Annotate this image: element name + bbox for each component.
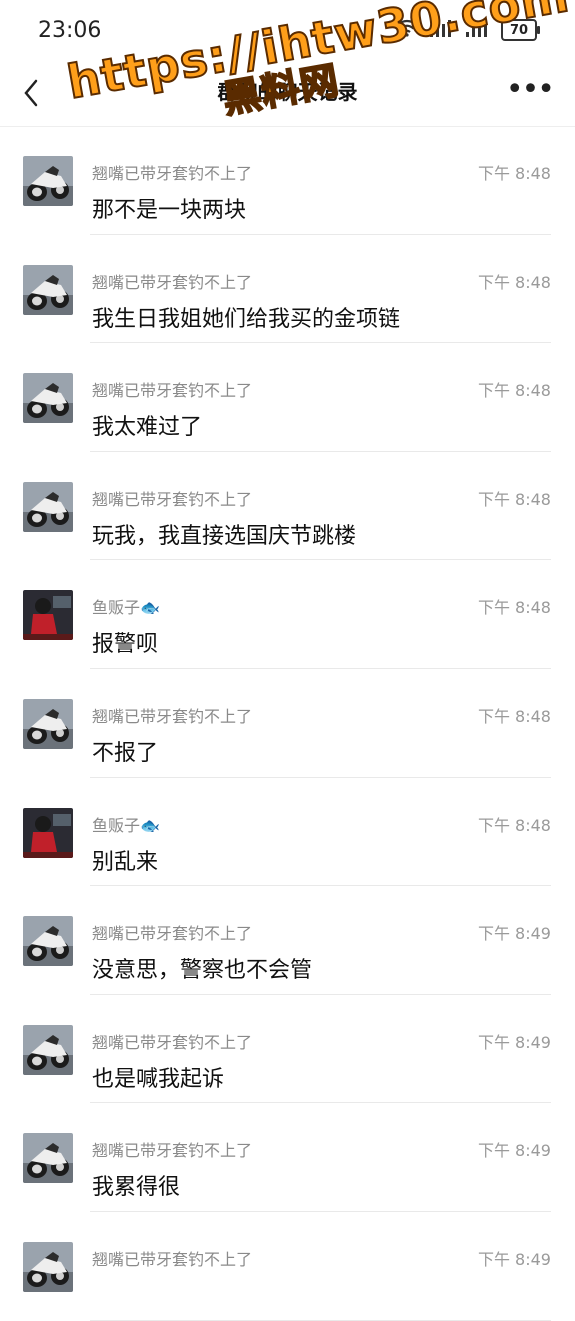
avatar[interactable] bbox=[23, 481, 73, 532]
message-time: 下午 8:48 bbox=[477, 815, 551, 835]
message-text: 我生日我姐她们给我买的金项链 bbox=[92, 306, 401, 332]
message-sender: 翘嘴已带牙套钓不上了 bbox=[92, 1249, 253, 1269]
avatar[interactable] bbox=[23, 373, 73, 424]
message-text: 别乱来 bbox=[92, 849, 159, 875]
message-time: 下午 8:48 bbox=[477, 164, 551, 183]
message-time: 下午 8:49 bbox=[477, 1141, 551, 1161]
avatar[interactable] bbox=[23, 916, 73, 967]
message-item[interactable]: 翘嘴已带牙套钓不上了 下午 8:49 我累得很 bbox=[0, 1103, 575, 1212]
message-sender: 翘嘴已带牙套钓不上了 bbox=[92, 924, 253, 944]
message-time: 下午 8:48 bbox=[477, 489, 551, 509]
message-time: 下午 8:49 bbox=[477, 924, 551, 944]
message-text: 那不是一块两块 bbox=[92, 198, 247, 223]
message-item[interactable]: 翘嘴已带牙套钓不上了 下午 8:48 我太难过了 bbox=[0, 343, 575, 452]
back-arrow-icon[interactable] bbox=[22, 73, 50, 113]
message-sender: 翘嘴已带牙套钓不上了 bbox=[92, 706, 253, 726]
message-sender: 翘嘴已带牙套钓不上了 bbox=[92, 1141, 253, 1161]
divider bbox=[90, 1319, 551, 1321]
message-item[interactable]: 翘嘴已带牙套钓不上了 下午 8:49 bbox=[0, 1212, 575, 1321]
message-text: 不报了 bbox=[92, 740, 159, 766]
message-sender: 翘嘴已带牙套钓不上了 bbox=[92, 381, 253, 401]
avatar[interactable] bbox=[23, 1133, 73, 1184]
message-sender: 鱼贩子🐟 bbox=[92, 815, 160, 835]
message-sender: 翘嘴已带牙套钓不上了 bbox=[92, 1032, 253, 1052]
avatar[interactable] bbox=[23, 156, 73, 206]
more-options-icon[interactable]: ••• bbox=[506, 72, 555, 107]
message-time: 下午 8:48 bbox=[477, 706, 551, 726]
avatar[interactable] bbox=[23, 807, 73, 858]
message-sender: 翘嘴已带牙套钓不上了 bbox=[92, 164, 253, 183]
avatar[interactable] bbox=[23, 264, 73, 315]
message-time: 下午 8:48 bbox=[477, 272, 551, 292]
avatar[interactable] bbox=[23, 1024, 73, 1075]
message-item[interactable]: 翘嘴已带牙套钓不上了 下午 8:49 没意思，警察也不会管 bbox=[0, 886, 575, 995]
message-text: 玩我，我直接选国庆节跳楼 bbox=[92, 523, 357, 549]
message-text: 也是喊我起诉 bbox=[92, 1066, 225, 1092]
message-text: 我太难过了 bbox=[92, 415, 203, 441]
status-time: 23:06 bbox=[38, 17, 102, 43]
message-time: 下午 8:49 bbox=[477, 1249, 551, 1269]
message-text: 报警呗 bbox=[92, 632, 159, 658]
avatar[interactable] bbox=[23, 590, 73, 641]
avatar[interactable] bbox=[23, 698, 73, 749]
message-item[interactable]: 翘嘴已带牙套钓不上了 下午 8:48 玩我，我直接选国庆节跳楼 bbox=[0, 452, 575, 561]
message-sender: 翘嘴已带牙套钓不上了 bbox=[92, 272, 253, 292]
message-time: 下午 8:48 bbox=[477, 381, 551, 401]
message-item[interactable]: 翘嘴已带牙套钓不上了 下午 8:49 也是喊我起诉 bbox=[0, 995, 575, 1104]
message-time: 下午 8:48 bbox=[477, 598, 551, 618]
message-list: 翘嘴已带牙套钓不上了 下午 8:48 那不是一块两块 翘嘴已带牙套钓不上了 下午 8:4… bbox=[0, 126, 575, 1321]
message-text: 没意思，警察也不会管 bbox=[92, 958, 313, 984]
message-time: 下午 8:49 bbox=[477, 1032, 551, 1052]
message-item[interactable]: 鱼贩子🐟 下午 8:48 别乱来 bbox=[0, 778, 575, 887]
message-item[interactable]: 翘嘴已带牙套钓不上了 下午 8:48 不报了 bbox=[0, 669, 575, 778]
message-sender: 翘嘴已带牙套钓不上了 bbox=[92, 489, 253, 509]
avatar[interactable] bbox=[23, 1241, 73, 1292]
message-sender: 鱼贩子🐟 bbox=[92, 598, 160, 618]
message-item[interactable]: 翘嘴已带牙套钓不上了 下午 8:48 我生日我姐她们给我买的金项链 bbox=[0, 235, 575, 344]
message-item[interactable]: 鱼贩子🐟 下午 8:48 报警呗 bbox=[0, 560, 575, 669]
message-text: 我累得很 bbox=[92, 1175, 181, 1201]
